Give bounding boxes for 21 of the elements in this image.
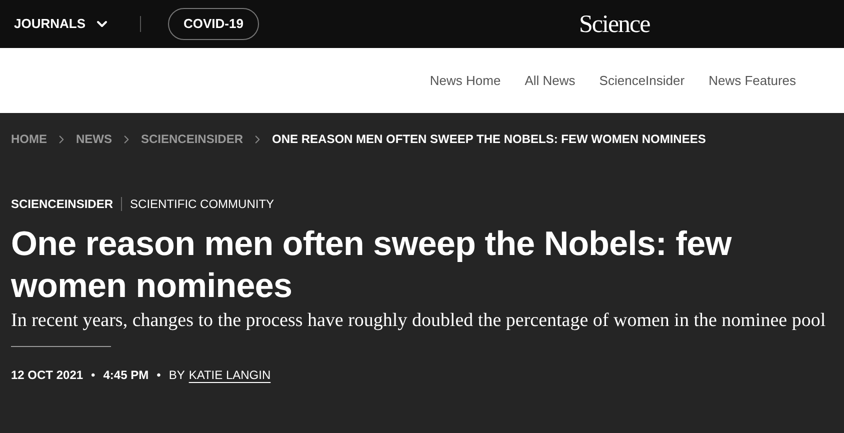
article-subtitle: In recent years, changes to the process have roughly doubled the percentage of women in the nominee pool bbox=[10, 309, 827, 332]
nav-link[interactable]: All News bbox=[524, 70, 576, 90]
nav-link[interactable]: ScienceInsider bbox=[599, 70, 685, 90]
publish-date: 12 OCT 2021 bbox=[11, 367, 84, 384]
breadcrumb-link[interactable]: NEWS bbox=[76, 130, 112, 148]
nav-link[interactable]: News Home bbox=[430, 70, 501, 90]
breadcrumb-link[interactable]: HOME bbox=[11, 130, 47, 148]
publish-time: 4:45 PM bbox=[103, 367, 149, 384]
covid-button[interactable]: COVID-19 bbox=[168, 8, 260, 40]
article-title: One reason men often sweep the Nobels: few women nominees bbox=[10, 224, 733, 307]
nav-link[interactable]: News Features bbox=[708, 70, 796, 90]
breadcrumb-link[interactable]: SCIENCEINSIDER bbox=[141, 130, 244, 148]
logo[interactable]: Science bbox=[579, 6, 650, 44]
byline-label: BY bbox=[168, 367, 185, 384]
author-link[interactable]: KATIE LANGIN bbox=[188, 366, 271, 384]
breadcrumb-link[interactable]: ONE REASON MEN OFTEN SWEEP THE NOBELS: FEW WOMEN NOMINEES bbox=[272, 130, 706, 148]
separator-dot: • bbox=[91, 367, 96, 384]
journals-menu[interactable]: JOURNALS bbox=[14, 14, 110, 34]
separator-dot: • bbox=[156, 367, 161, 384]
section-link[interactable]: SCIENCEINSIDER bbox=[11, 195, 114, 213]
topic-link[interactable]: SCIENTIFIC COMMUNITY bbox=[130, 195, 274, 213]
